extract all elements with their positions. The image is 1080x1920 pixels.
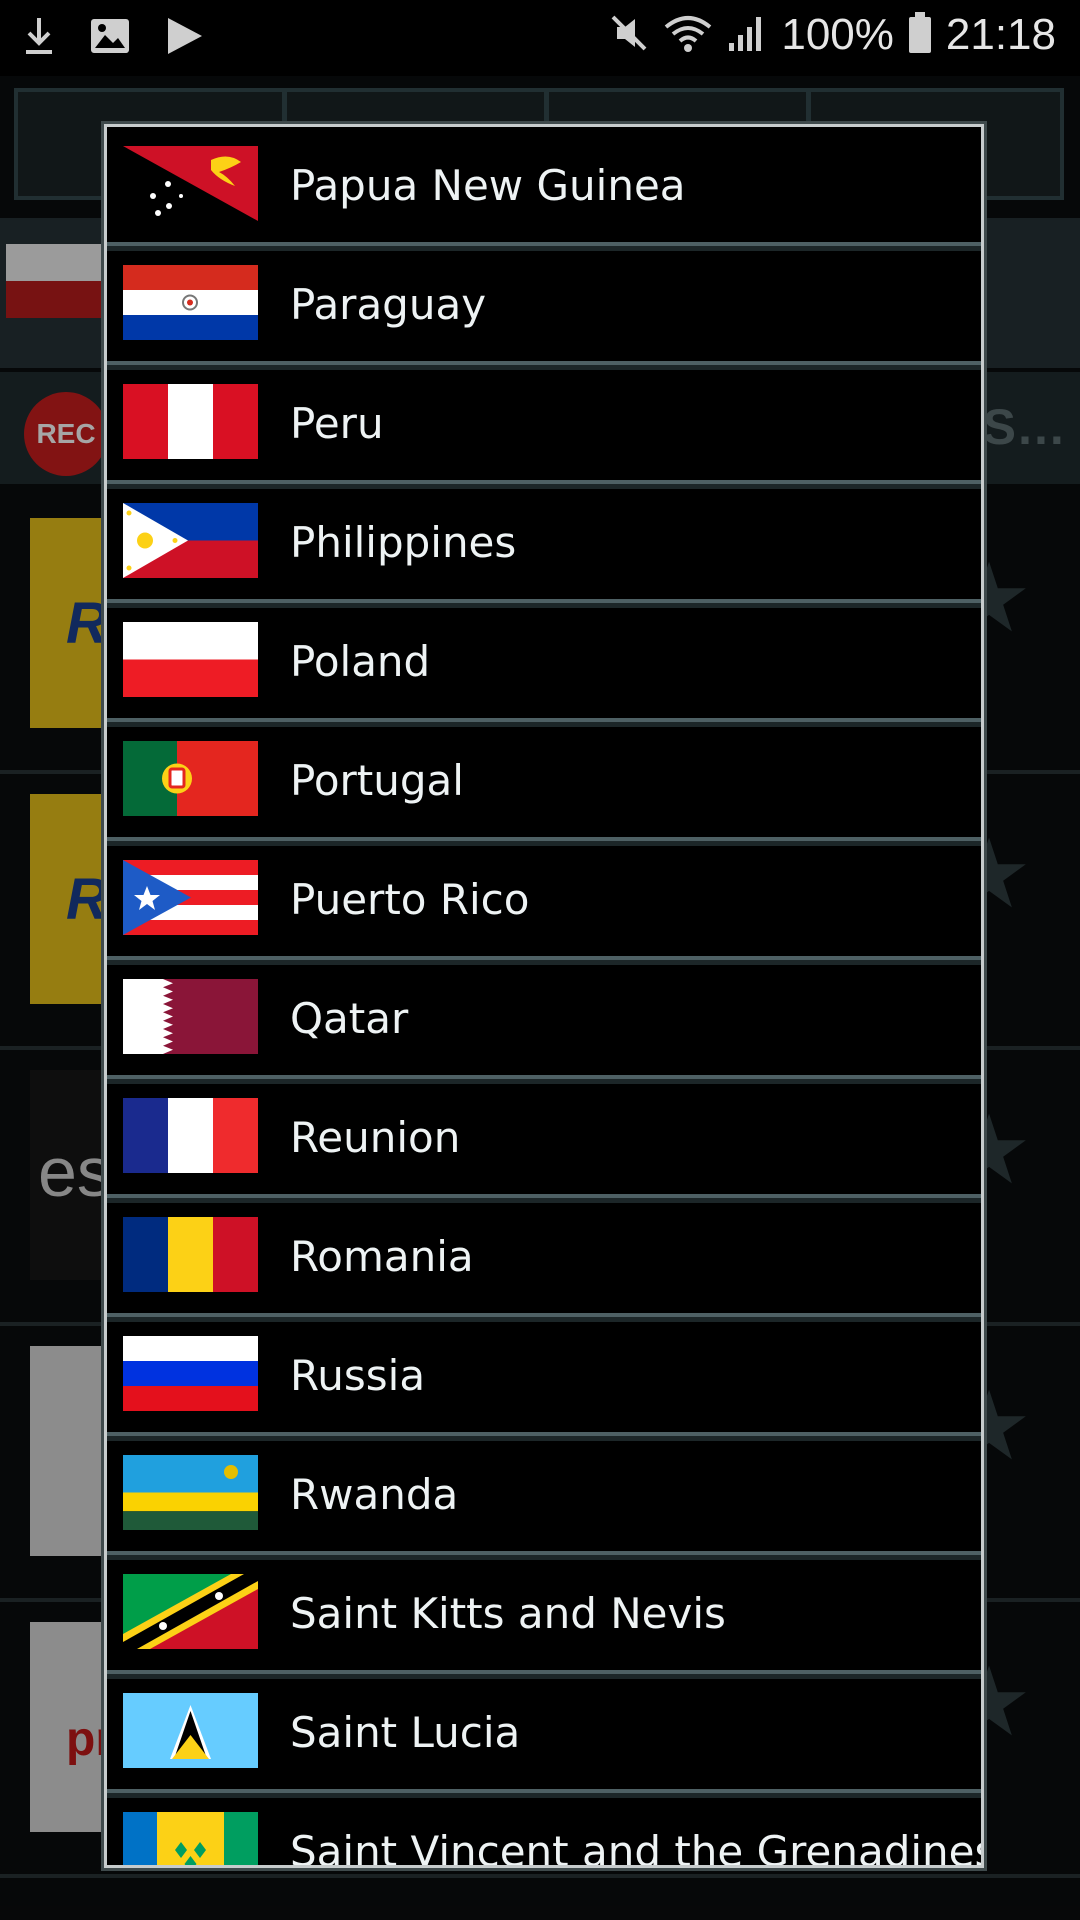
country-item-qatar[interactable]: Qatar	[107, 960, 981, 1079]
country-name: Paraguay	[290, 280, 487, 329]
peru-flag-icon	[123, 384, 258, 459]
battery-percent: 100%	[781, 10, 894, 59]
country-item-romania[interactable]: Romania	[107, 1198, 981, 1317]
qatar-flag-icon	[123, 979, 258, 1054]
country-name: Rwanda	[290, 1470, 459, 1519]
country-item-puerto-rico[interactable]: Puerto Rico	[107, 841, 981, 960]
puerto-rico-flag-icon	[123, 860, 258, 935]
country-item-rwanda[interactable]: Rwanda	[107, 1436, 981, 1555]
country-item-philippines[interactable]: Philippines	[107, 484, 981, 603]
country-name: Saint Kitts and Nevis	[290, 1589, 726, 1638]
country-item-peru[interactable]: Peru	[107, 365, 981, 484]
country-name: Puerto Rico	[290, 875, 530, 924]
russia-flag-icon	[123, 1336, 258, 1411]
country-name: Saint Lucia	[290, 1708, 521, 1757]
status-bar: 100% 21:18	[0, 0, 1080, 76]
country-name: Poland	[290, 637, 431, 686]
country-name: Qatar	[290, 994, 409, 1043]
country-picker-dialog: Papua New Guinea Paraguay Peru Philippin…	[104, 124, 984, 1868]
country-item-poland[interactable]: Poland	[107, 603, 981, 722]
country-list[interactable]: Papua New Guinea Paraguay Peru Philippin…	[107, 127, 984, 1868]
country-item-saint-vincent[interactable]: Saint Vincent and the Grenadines	[107, 1793, 984, 1868]
country-item-reunion[interactable]: Reunion	[107, 1079, 981, 1198]
saint-lucia-flag-icon	[123, 1693, 258, 1768]
philippines-flag-icon	[123, 503, 258, 578]
reunion-flag-icon	[123, 1098, 258, 1173]
paraguay-flag-icon	[123, 265, 258, 340]
mute-icon	[609, 13, 649, 58]
country-item-portugal[interactable]: Portugal	[107, 722, 981, 841]
country-item-papua-new-guinea[interactable]: Papua New Guinea	[107, 127, 981, 246]
signal-icon	[727, 13, 767, 58]
country-item-paraguay[interactable]: Paraguay	[107, 246, 981, 365]
papua-new-guinea-flag-icon	[123, 146, 258, 221]
country-item-saint-lucia[interactable]: Saint Lucia	[107, 1674, 981, 1793]
download-icon	[22, 14, 56, 63]
country-name: Russia	[290, 1351, 426, 1400]
country-name: Papua New Guinea	[290, 161, 686, 210]
romania-flag-icon	[123, 1217, 258, 1292]
country-name: Saint Vincent and the Grenadines	[290, 1827, 984, 1868]
saint-vincent-flag-icon	[123, 1812, 258, 1865]
poland-flag-icon	[123, 622, 258, 697]
image-icon	[90, 18, 130, 59]
country-name: Philippines	[290, 518, 517, 567]
wifi-icon	[663, 13, 713, 58]
clock: 21:18	[945, 10, 1056, 59]
country-name: Portugal	[290, 756, 464, 805]
battery-icon	[908, 11, 932, 59]
country-item-saint-kitts-and-nevis[interactable]: Saint Kitts and Nevis	[107, 1555, 981, 1674]
play-icon	[164, 16, 204, 61]
country-name: Romania	[290, 1232, 474, 1281]
country-name: Reunion	[290, 1113, 461, 1162]
portugal-flag-icon	[123, 741, 258, 816]
rwanda-flag-icon	[123, 1455, 258, 1530]
country-item-russia[interactable]: Russia	[107, 1317, 981, 1436]
saint-kitts-and-nevis-flag-icon	[123, 1574, 258, 1649]
country-name: Peru	[290, 399, 384, 448]
